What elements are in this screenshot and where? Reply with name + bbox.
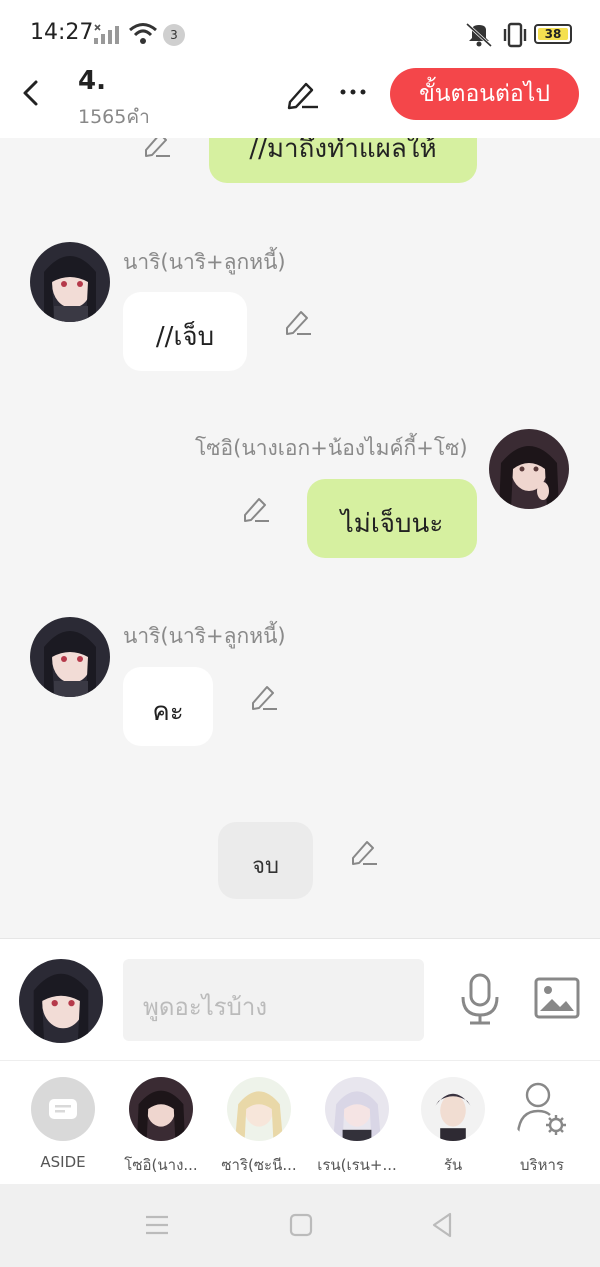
edit-message-icon[interactable] xyxy=(349,836,379,866)
character-aside[interactable]: ASIDE xyxy=(18,1077,108,1171)
home-icon[interactable] xyxy=(286,1210,316,1240)
character-name: เรน(เรน+... xyxy=(317,1156,397,1174)
avatar[interactable] xyxy=(30,617,110,697)
aside-icon xyxy=(31,1077,95,1141)
message-bubble[interactable]: //เจ็บ xyxy=(123,292,247,371)
header: 4. 1565คำ ขั้นตอนต่อไป xyxy=(0,66,600,138)
edit-message-icon[interactable] xyxy=(249,681,279,711)
character-name: ซาริ(ซะนี... xyxy=(221,1156,297,1174)
status-time: 14:27 xyxy=(30,20,94,45)
avatar xyxy=(421,1077,485,1141)
character-bar: ASIDE โซอิ(นาง... ซาริ(ซะนี... เรน(เรน+.… xyxy=(0,1060,600,1184)
message-bubble[interactable]: //มาถึงทำแผลให้ xyxy=(209,138,477,183)
next-step-button[interactable]: ขั้นตอนต่อไป xyxy=(390,68,579,120)
message-input[interactable]: พูดอะไรบ้าง xyxy=(123,959,424,1041)
speaker-name: นาริ(นาริ+ลูกหนี้) xyxy=(123,624,286,648)
system-nav-bar xyxy=(0,1184,600,1267)
notification-badge: 3 xyxy=(163,24,185,46)
status-bar: 14:27 3 38 xyxy=(0,0,600,66)
edit-message-icon[interactable] xyxy=(241,493,271,523)
character-name: ASIDE xyxy=(40,1153,86,1171)
avatar xyxy=(325,1077,389,1141)
back-icon[interactable] xyxy=(14,76,48,110)
character-option[interactable]: โซอิ(นาง... xyxy=(116,1077,206,1177)
menu-icon[interactable] xyxy=(142,1210,172,1240)
back-nav-icon[interactable] xyxy=(428,1210,458,1240)
character-option[interactable]: ซาริ(ซะนี... xyxy=(214,1077,304,1177)
input-bar: พูดอะไรบ้าง xyxy=(0,938,600,1060)
narration-bubble[interactable]: จบ xyxy=(218,822,313,899)
edit-message-icon[interactable] xyxy=(142,138,172,158)
user-settings-icon xyxy=(510,1077,574,1141)
speaker-name: นาริ(นาริ+ลูกหนี้) xyxy=(123,250,286,274)
avatar[interactable] xyxy=(489,429,569,509)
wifi-icon xyxy=(129,23,157,44)
chat-area[interactable]: //มาถึงทำแผลให้ นาริ(นาริ+ลูกหนี้) //เจ็… xyxy=(0,138,600,938)
avatar[interactable] xyxy=(30,242,110,322)
current-speaker-avatar[interactable] xyxy=(19,959,103,1043)
edit-pencil-icon[interactable] xyxy=(284,78,320,110)
chapter-title: 4. xyxy=(78,66,106,96)
manage-characters[interactable]: บริหาร xyxy=(497,1077,587,1177)
character-name: รัน xyxy=(443,1156,463,1174)
battery-level: 38 xyxy=(544,27,562,41)
edit-message-icon[interactable] xyxy=(283,306,313,336)
speaker-name: โซอิ(นางเอก+น้องไมค์กี้+โซ) xyxy=(195,436,468,460)
character-name: บริหาร xyxy=(520,1156,564,1174)
signal-icon xyxy=(94,24,119,44)
avatar xyxy=(129,1077,193,1141)
more-options-icon[interactable] xyxy=(338,80,368,104)
word-count: 1565คำ xyxy=(78,106,150,128)
avatar xyxy=(227,1077,291,1141)
message-bubble[interactable]: ไม่เจ็บนะ xyxy=(307,479,477,558)
microphone-icon[interactable] xyxy=(458,973,502,1025)
message-bubble[interactable]: คะ xyxy=(123,667,213,746)
character-name: โซอิ(นาง... xyxy=(124,1156,198,1174)
mute-icon xyxy=(465,22,493,48)
character-option[interactable]: เรน(เรน+... xyxy=(312,1077,402,1177)
vibrate-icon xyxy=(503,22,527,48)
character-option[interactable]: รัน xyxy=(408,1077,498,1177)
image-icon[interactable] xyxy=(534,977,580,1019)
battery-icon: 38 xyxy=(534,24,572,44)
